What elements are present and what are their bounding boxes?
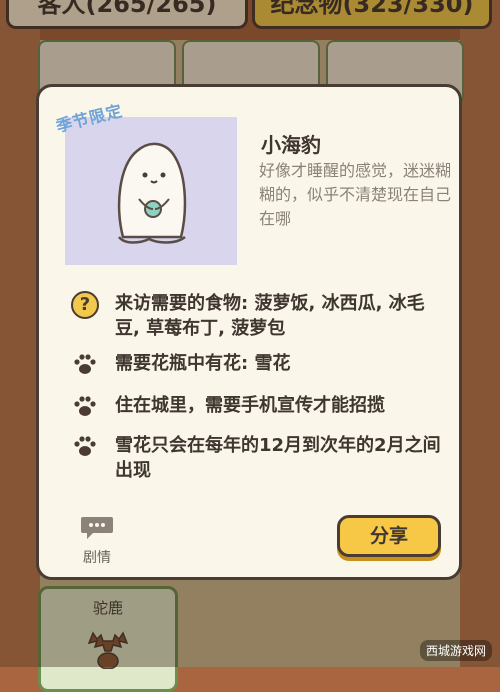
speech-bubble-icon [81, 517, 113, 539]
share-label: 分享 [369, 525, 408, 547]
requirement-text: 雪花只会在每年的12月到次年的2月之间出现 [115, 435, 441, 481]
paw-icon [74, 354, 96, 374]
paw-icon [74, 436, 96, 456]
character-name: 小海豹 [261, 133, 321, 157]
requirement-season: 雪花只会在每年的12月到次年的2月之间出现 [71, 433, 441, 483]
character-detail-modal: 季节限定 小海豹 好像才睡醒的感觉，迷迷糊糊的，似乎不清楚现在自己在哪 ? 来访… [36, 84, 462, 580]
requirement-text: 需要花瓶中有花: 雪花 [115, 353, 291, 374]
requirement-location: 住在城里，需要手机宣传才能招揽 [71, 393, 441, 421]
watermark: 西城游戏网 [419, 640, 492, 661]
question-icon: ? [71, 291, 99, 319]
requirement-text: 住在城里，需要手机宣传才能招揽 [115, 395, 385, 416]
share-button[interactable]: 分享 [337, 515, 441, 557]
seal-illustration [117, 142, 187, 244]
requirement-text: 来访需要的食物: 菠萝饭, 冰西瓜, 冰毛豆, 草莓布丁, 菠萝包 [115, 293, 425, 339]
paw-icon [74, 396, 96, 416]
requirement-food: ? 来访需要的食物: 菠萝饭, 冰西瓜, 冰毛豆, 草莓布丁, 菠萝包 [71, 291, 441, 341]
modal-header-area: 季节限定 小海豹 好像才睡醒的感觉，迷迷糊糊的，似乎不清楚现在自己在哪 [47, 95, 451, 291]
character-description: 好像才睡醒的感觉，迷迷糊糊的，似乎不清楚现在自己在哪 [259, 161, 452, 228]
character-portrait [65, 117, 237, 265]
story-button[interactable]: 剧情 [77, 515, 117, 567]
story-label: 剧情 [83, 550, 111, 566]
requirement-flower: 需要花瓶中有花: 雪花 [71, 351, 441, 379]
